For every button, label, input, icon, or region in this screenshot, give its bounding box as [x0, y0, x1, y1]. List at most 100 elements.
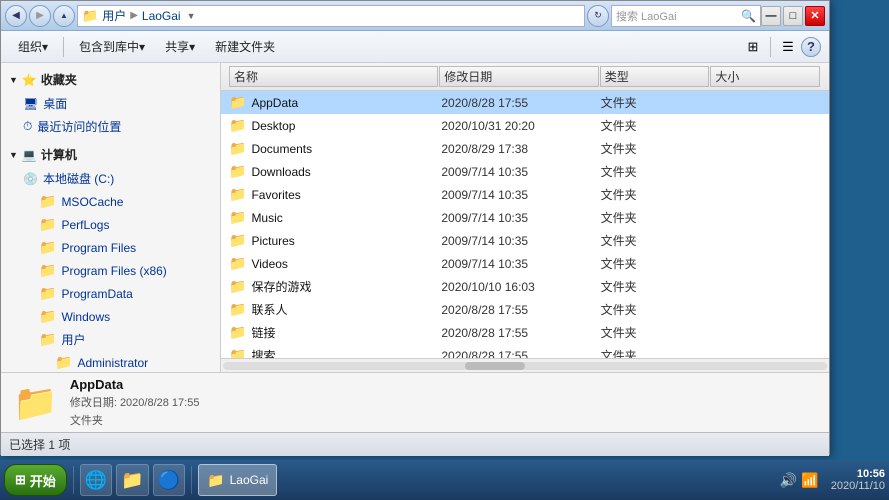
up-button[interactable]: ▲	[53, 5, 75, 27]
sidebar-item-program-files-x86[interactable]: 📁 Program Files (x86)	[1, 259, 220, 282]
search-icon[interactable]: 🔍	[741, 9, 756, 23]
folder-icon-pf: 📁	[39, 239, 56, 256]
taskbar-explorer-icon[interactable]: 📁	[116, 464, 148, 496]
window-folder-icon: 📁	[207, 472, 224, 489]
file-date: 2020/10/10 16:03	[441, 280, 600, 294]
preview-name: AppData	[70, 377, 200, 392]
table-row[interactable]: 📁 联系人 2020/8/28 17:55 文件夹	[221, 298, 829, 321]
file-date: 2009/7/14 10:35	[441, 165, 600, 179]
statusbar: 已选择 1 项	[1, 432, 829, 456]
back-button[interactable]: ◀	[5, 5, 27, 27]
sidebar-item-windows[interactable]: 📁 Windows	[1, 305, 220, 328]
sidebar-section-favorites[interactable]: ▼ ⭐ 收藏夹	[1, 67, 220, 92]
table-row[interactable]: 📁 链接 2020/8/28 17:55 文件夹	[221, 321, 829, 344]
address-bar[interactable]: 📁 用户 ▶ LaoGai ▼	[77, 5, 585, 27]
details-view-button[interactable]: ☰	[777, 36, 799, 58]
folder-icon-file: 📁	[229, 278, 246, 295]
folder-icon-pf86: 📁	[39, 262, 56, 279]
speaker-icon[interactable]: 🔊	[780, 472, 797, 489]
file-name-cell: 📁 联系人	[229, 301, 441, 318]
close-button[interactable]: ✕	[805, 6, 825, 26]
file-name-cell: 📁 Pictures	[229, 232, 441, 249]
taskbar-right: 🔊 📶 10:56 2020/11/10	[774, 468, 885, 492]
file-name: Documents	[251, 142, 312, 156]
file-name: Videos	[251, 257, 287, 271]
table-row[interactable]: 📁 保存的游戏 2020/10/10 16:03 文件夹	[221, 275, 829, 298]
file-name-cell: 📁 Desktop	[229, 117, 441, 134]
sidebar-item-msocache[interactable]: 📁 MSOCache	[1, 190, 220, 213]
col-name-header[interactable]: 名称	[229, 66, 438, 87]
sidebar-item-program-files[interactable]: 📁 Program Files	[1, 236, 220, 259]
sidebar-item-users[interactable]: 📁 用户	[1, 328, 220, 351]
file-name-cell: 📁 Documents	[229, 140, 441, 157]
preview-folder-icon: 📁	[13, 382, 58, 424]
table-row[interactable]: 📁 Desktop 2020/10/31 20:20 文件夹	[221, 114, 829, 137]
folder-icon-addr: 📁	[82, 8, 98, 24]
sidebar-item-recent[interactable]: ⏱ 最近访问的位置	[1, 115, 220, 138]
addr-crumb-1: 用户	[102, 7, 126, 24]
table-row[interactable]: 📁 Pictures 2009/7/14 10:35 文件夹	[221, 229, 829, 252]
start-button[interactable]: ⊞ 开始	[4, 464, 67, 496]
folder-icon-users: 📁	[39, 331, 56, 348]
table-row[interactable]: 📁 Favorites 2009/7/14 10:35 文件夹	[221, 183, 829, 206]
taskbar-chrome-icon[interactable]: 🔵	[153, 464, 185, 496]
windows-logo-icon: ⊞	[15, 472, 26, 488]
sidebar-item-perflogs[interactable]: 📁 PerfLogs	[1, 213, 220, 236]
sidebar-item-admin[interactable]: 📁 Administrator	[1, 351, 220, 372]
maximize-button[interactable]: □	[783, 6, 803, 26]
folder-taskbar-icon: 📁	[121, 470, 143, 491]
table-row[interactable]: 📁 AppData 2020/8/28 17:55 文件夹	[221, 91, 829, 114]
sidebar-item-programdata[interactable]: 📁 ProgramData	[1, 282, 220, 305]
share-button[interactable]: 共享▾	[156, 34, 204, 60]
file-date: 2009/7/14 10:35	[441, 211, 600, 225]
sidebar-item-desktop[interactable]: 🖥 桌面	[1, 92, 220, 115]
desktop-label: 桌面	[43, 95, 67, 112]
taskbar-window-item[interactable]: 📁 LaoGai	[198, 464, 277, 496]
file-type: 文件夹	[601, 117, 707, 134]
forward-button[interactable]: ▶	[29, 5, 51, 27]
folder-icon-file: 📁	[229, 117, 246, 134]
addr-crumb-2: LaoGai	[142, 9, 181, 23]
table-row[interactable]: 📁 Videos 2009/7/14 10:35 文件夹	[221, 252, 829, 275]
sidebar-section-computer[interactable]: ▼ 💻 计算机	[1, 142, 220, 167]
table-row[interactable]: 📁 Downloads 2009/7/14 10:35 文件夹	[221, 160, 829, 183]
include-library-button[interactable]: 包含到库中▾	[70, 34, 154, 60]
minimize-button[interactable]: —	[761, 6, 781, 26]
clock-time: 10:56	[831, 468, 885, 480]
taskbar-ie-icon[interactable]: 🌐	[80, 464, 112, 496]
file-name: Favorites	[251, 188, 300, 202]
titlebar-controls: — □ ✕	[761, 6, 825, 26]
active-window-label: LaoGai	[230, 473, 269, 487]
file-columns: 名称 修改日期 类型 大小	[221, 63, 829, 91]
network-icon[interactable]: 📶	[801, 472, 818, 489]
file-date: 2009/7/14 10:35	[441, 188, 600, 202]
refresh-button[interactable]: ↻	[587, 5, 609, 27]
file-name-cell: 📁 链接	[229, 324, 441, 341]
view-toggle-button[interactable]: ⊞	[742, 36, 764, 58]
clock[interactable]: 10:56 2020/11/10	[831, 468, 885, 492]
chevron-icon-2: ▼	[9, 150, 18, 160]
col-date-header[interactable]: 修改日期	[439, 66, 598, 87]
folder-icon-admin: 📁	[55, 354, 72, 371]
file-list[interactable]: 📁 AppData 2020/8/28 17:55 文件夹 📁 Desktop …	[221, 91, 829, 358]
table-row[interactable]: 📁 Documents 2020/8/29 17:38 文件夹	[221, 137, 829, 160]
pf86-label: Program Files (x86)	[61, 264, 166, 278]
table-row[interactable]: 📁 搜索 2020/8/28 17:55 文件夹	[221, 344, 829, 358]
col-size-header[interactable]: 大小	[710, 66, 820, 87]
hscroll[interactable]	[221, 358, 829, 372]
organize-button[interactable]: 组织▾	[9, 34, 57, 60]
search-box[interactable]: 搜索 LaoGai 🔍	[611, 5, 761, 27]
sidebar-item-local-c[interactable]: 💿 本地磁盘 (C:)	[1, 167, 220, 190]
toolbar-sep-2	[770, 37, 771, 57]
hscroll-thumb[interactable]	[465, 362, 525, 370]
new-folder-button[interactable]: 新建文件夹	[206, 34, 284, 60]
toolbar: 组织▾ 包含到库中▾ 共享▾ 新建文件夹 ⊞ ☰ ?	[1, 31, 829, 63]
status-text: 已选择 1 项	[9, 436, 70, 453]
titlebar-nav: ◀ ▶ ▲ 📁 用户 ▶ LaoGai ▼ ↻ 搜索 LaoGai 🔍	[5, 5, 761, 27]
help-button[interactable]: ?	[801, 37, 821, 57]
recent-icon: ⏱	[23, 119, 32, 134]
taskbar-sep2	[191, 466, 192, 494]
addr-dropdown-icon[interactable]: ▼	[187, 11, 196, 21]
table-row[interactable]: 📁 Music 2009/7/14 10:35 文件夹	[221, 206, 829, 229]
col-type-header[interactable]: 类型	[600, 66, 710, 87]
